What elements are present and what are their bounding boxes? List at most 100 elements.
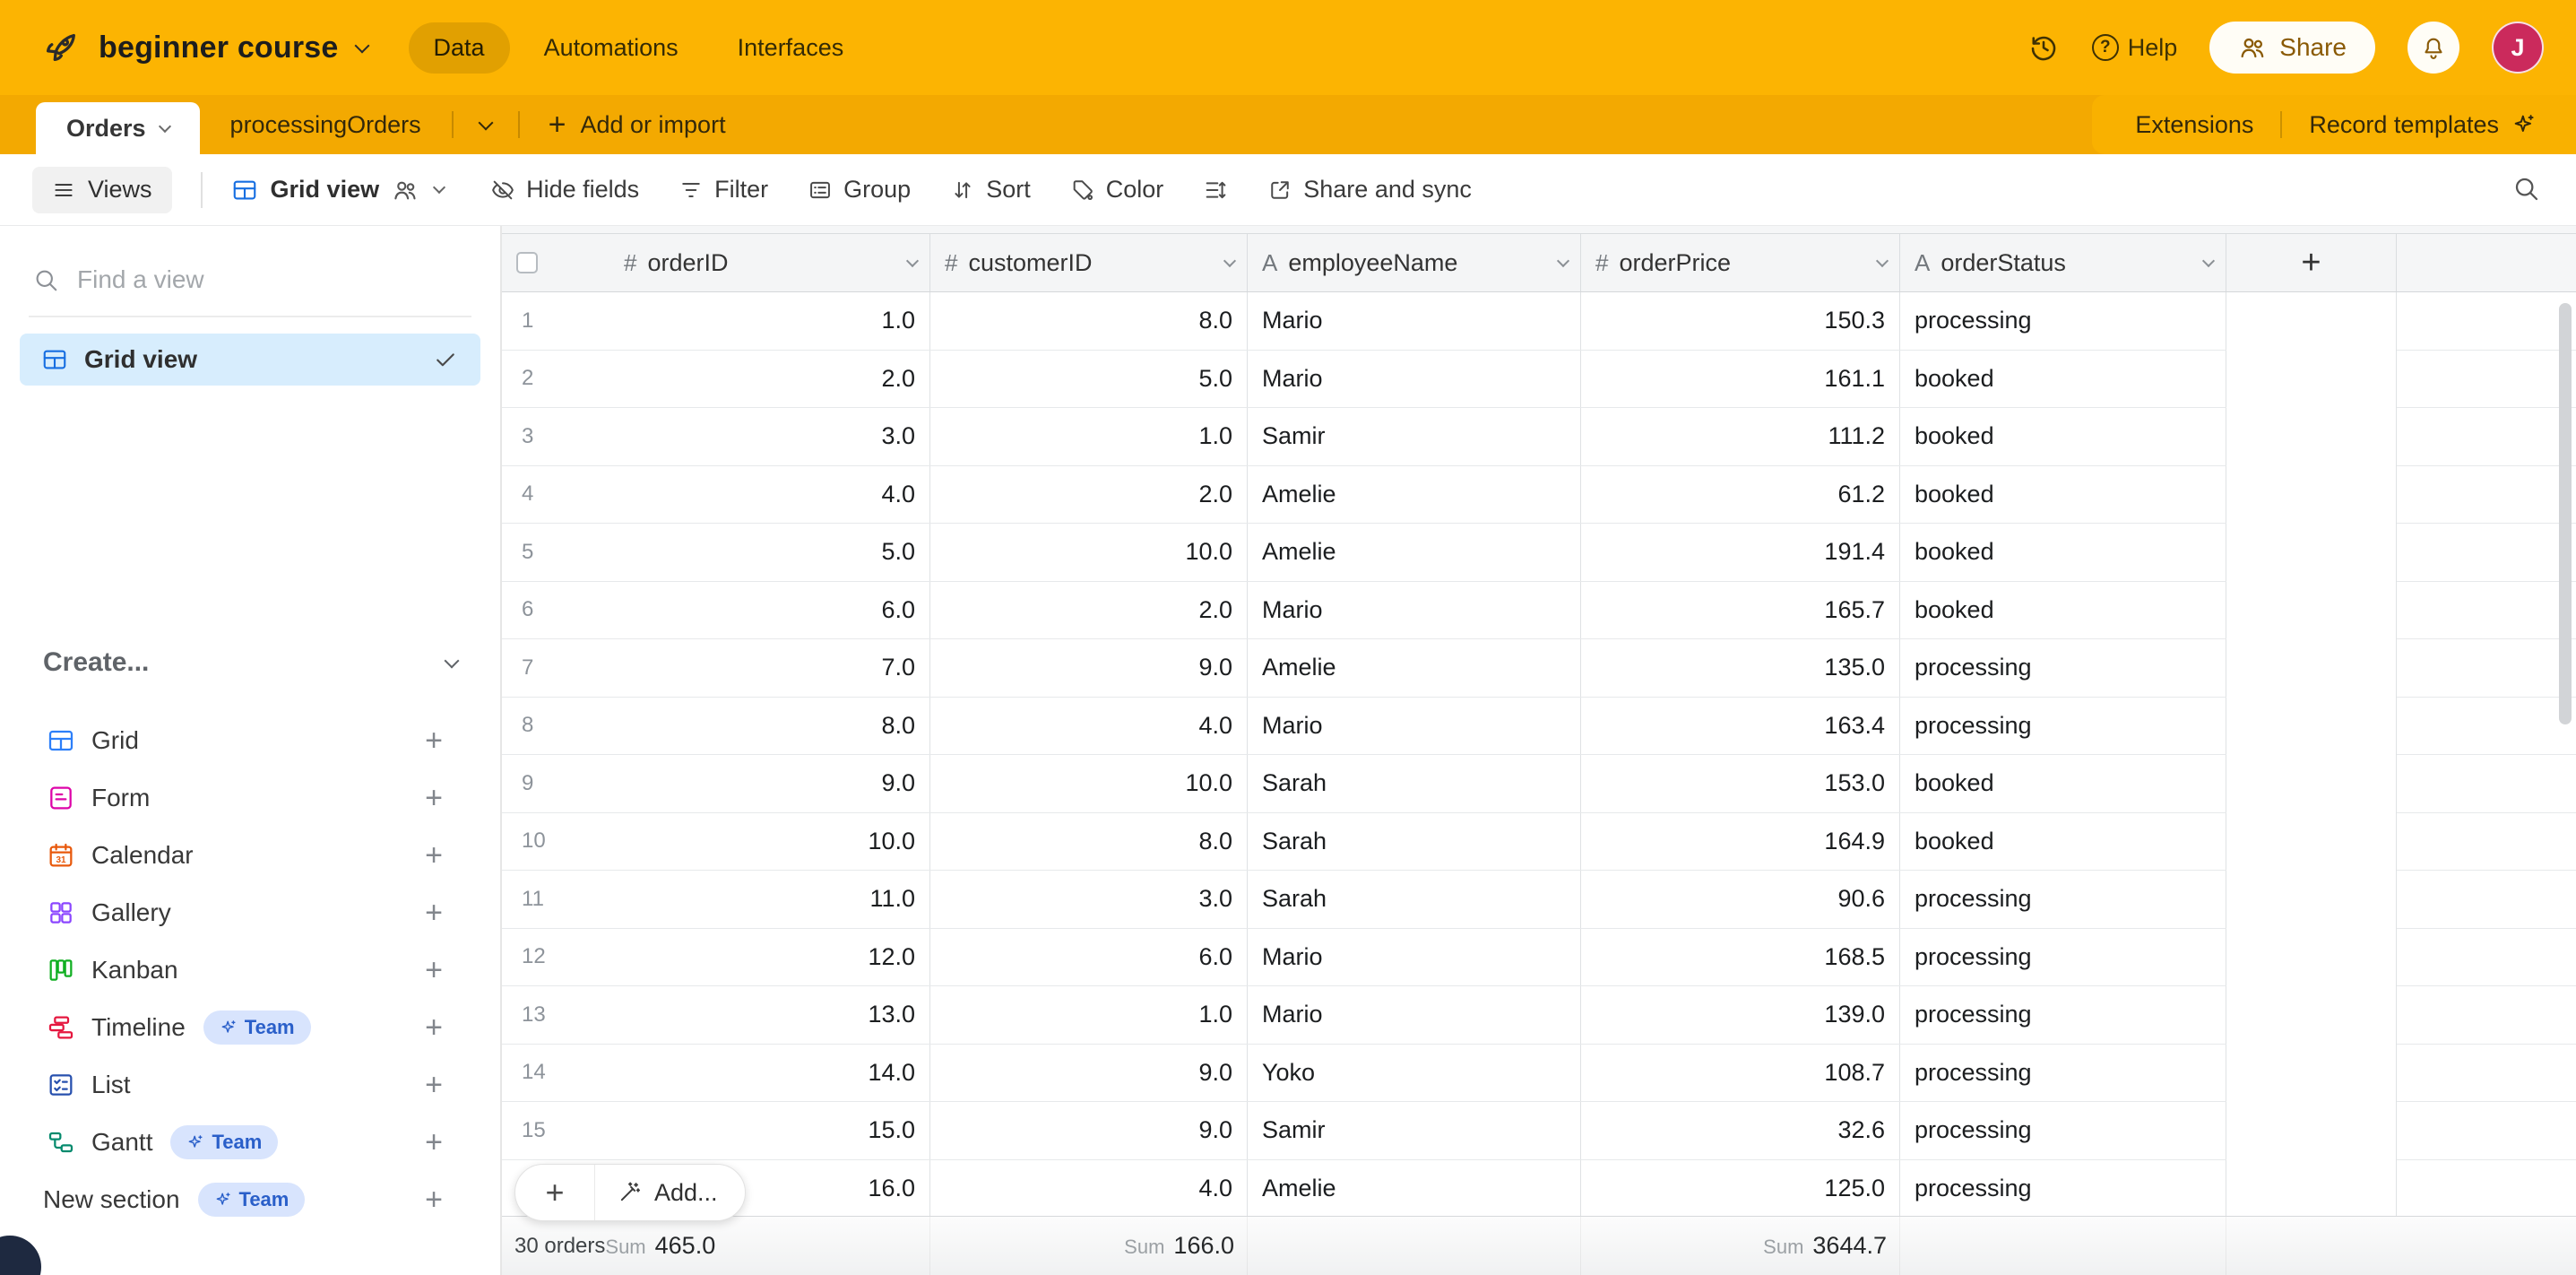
notifications-button[interactable] xyxy=(2407,22,2459,74)
cell-orderid[interactable]: 88.0 xyxy=(502,698,930,755)
cell-customerid[interactable]: 2.0 xyxy=(930,582,1248,639)
column-header-employeename[interactable]: AemployeeName xyxy=(1248,234,1581,291)
create-view-grid[interactable]: Grid xyxy=(0,712,500,769)
cell-employeename[interactable]: Amelie xyxy=(1248,1160,1581,1218)
cell-orderprice[interactable]: 164.9 xyxy=(1581,813,1900,871)
cell-employeename[interactable]: Samir xyxy=(1248,1102,1581,1159)
cell-orderid[interactable]: 1313.0 xyxy=(502,986,930,1044)
add-view-plus-icon[interactable] xyxy=(425,1184,443,1215)
cell-orderid[interactable]: 1414.0 xyxy=(502,1045,930,1102)
create-view-form[interactable]: Form xyxy=(0,769,500,827)
cell-orderprice[interactable]: 135.0 xyxy=(1581,639,1900,697)
cell-orderstatus[interactable]: processing xyxy=(1900,1160,2226,1218)
cell-orderprice[interactable]: 150.3 xyxy=(1581,292,1900,350)
toolbar-group-button[interactable]: Group xyxy=(788,165,930,214)
sidebar-view-grid-view[interactable]: Grid view xyxy=(20,334,480,386)
cell-employeename[interactable]: Amelie xyxy=(1248,524,1581,581)
cell-orderstatus[interactable]: booked xyxy=(1900,755,2226,812)
create-view-kanban[interactable]: Kanban xyxy=(0,941,500,999)
table-tab-processingorders[interactable]: processingOrders xyxy=(200,95,452,154)
toolbar-sort-button[interactable]: Sort xyxy=(930,165,1050,214)
cell-employeename[interactable]: Amelie xyxy=(1248,466,1581,524)
toolbar-hide-fields-button[interactable]: Hide fields xyxy=(471,165,659,214)
add-with-ai-button[interactable]: Add... xyxy=(595,1165,745,1220)
history-button[interactable] xyxy=(2027,31,2060,64)
table-list-chevron[interactable] xyxy=(454,122,518,128)
add-view-plus-icon[interactable] xyxy=(425,840,443,871)
cell-orderid[interactable]: 77.0 xyxy=(502,639,930,697)
cell-orderid[interactable]: 33.0 xyxy=(502,408,930,465)
create-view-gantt[interactable]: GanttTeam xyxy=(0,1114,500,1171)
cell-orderprice[interactable]: 90.6 xyxy=(1581,871,1900,928)
cell-orderstatus[interactable]: booked xyxy=(1900,582,2226,639)
column-menu-chevron-icon[interactable] xyxy=(1557,254,1569,266)
cell-employeename[interactable]: Sarah xyxy=(1248,813,1581,871)
top-nav-interfaces[interactable]: Interfaces xyxy=(713,22,869,74)
cell-orderprice[interactable]: 191.4 xyxy=(1581,524,1900,581)
column-menu-chevron-icon[interactable] xyxy=(1223,254,1236,266)
vertical-scrollbar-thumb[interactable] xyxy=(2559,303,2572,724)
cell-employeename[interactable]: Mario xyxy=(1248,986,1581,1044)
table-tab-orders[interactable]: Orders xyxy=(36,102,200,154)
add-view-plus-icon[interactable] xyxy=(425,1127,443,1158)
add-view-plus-icon[interactable] xyxy=(425,955,443,985)
help-widget-bubble[interactable] xyxy=(0,1236,41,1275)
cell-orderid[interactable]: 1515.0 xyxy=(502,1102,930,1159)
add-record-button[interactable] xyxy=(515,1165,594,1220)
cell-customerid[interactable]: 8.0 xyxy=(930,813,1248,871)
add-view-plus-icon[interactable] xyxy=(425,898,443,928)
cell-orderstatus[interactable]: processing xyxy=(1900,1102,2226,1159)
tab-chevron-icon[interactable] xyxy=(158,119,170,132)
cell-customerid[interactable]: 4.0 xyxy=(930,1160,1248,1218)
add-view-plus-icon[interactable] xyxy=(425,783,443,813)
column-header-customerid[interactable]: #customerID xyxy=(930,234,1248,291)
select-all-checkbox[interactable] xyxy=(516,252,538,273)
add-view-plus-icon[interactable] xyxy=(425,1012,443,1043)
cell-orderstatus[interactable]: processing xyxy=(1900,871,2226,928)
cell-orderprice[interactable]: 125.0 xyxy=(1581,1160,1900,1218)
add-view-plus-icon[interactable] xyxy=(425,725,443,756)
cell-employeename[interactable]: Mario xyxy=(1248,582,1581,639)
cell-orderprice[interactable]: 32.6 xyxy=(1581,1102,1900,1159)
cell-employeename[interactable]: Yoko xyxy=(1248,1045,1581,1102)
cell-orderstatus[interactable]: booked xyxy=(1900,351,2226,408)
extensions-button[interactable]: Extensions xyxy=(2135,111,2253,139)
cell-orderid[interactable]: 55.0 xyxy=(502,524,930,581)
toolbar-color-button[interactable]: Color xyxy=(1050,165,1184,214)
cell-orderid[interactable]: 44.0 xyxy=(502,466,930,524)
user-avatar[interactable]: J xyxy=(2492,22,2544,74)
column-menu-chevron-icon[interactable] xyxy=(906,254,919,266)
views-button[interactable]: Views xyxy=(32,167,172,213)
cell-orderid[interactable]: 1111.0 xyxy=(502,871,930,928)
top-nav-data[interactable]: Data xyxy=(409,22,510,74)
cell-orderstatus[interactable]: booked xyxy=(1900,408,2226,465)
help-button[interactable]: Help xyxy=(2092,34,2178,62)
cell-customerid[interactable]: 9.0 xyxy=(930,1102,1248,1159)
add-view-plus-icon[interactable] xyxy=(425,1070,443,1100)
grid-view-button[interactable]: Grid view xyxy=(231,176,445,204)
create-view-timeline[interactable]: TimelineTeam xyxy=(0,999,500,1056)
cell-orderstatus[interactable]: processing xyxy=(1900,1045,2226,1102)
sum-orderprice[interactable]: Sum 3644.7 xyxy=(1763,1232,1887,1260)
cell-customerid[interactable]: 6.0 xyxy=(930,929,1248,986)
cell-orderprice[interactable]: 108.7 xyxy=(1581,1045,1900,1102)
toolbar-row-height-button[interactable] xyxy=(1183,167,1248,213)
cell-customerid[interactable]: 3.0 xyxy=(930,871,1248,928)
column-header-orderid[interactable]: #orderID xyxy=(502,234,930,291)
top-nav-automations[interactable]: Automations xyxy=(519,22,704,74)
add-or-import-button[interactable]: Add or import xyxy=(520,109,755,141)
cell-customerid[interactable]: 9.0 xyxy=(930,1045,1248,1102)
cell-orderid[interactable]: 11.0 xyxy=(502,292,930,350)
cell-orderstatus[interactable]: processing xyxy=(1900,986,2226,1044)
cell-orderprice[interactable]: 111.2 xyxy=(1581,408,1900,465)
cell-orderid[interactable]: 1010.0 xyxy=(502,813,930,871)
summary-orderstatus-cell[interactable] xyxy=(1900,1217,2226,1275)
sum-orderid[interactable]: Sum 465.0 xyxy=(605,1232,715,1260)
cell-orderstatus[interactable]: processing xyxy=(1900,292,2226,350)
cell-orderprice[interactable]: 165.7 xyxy=(1581,582,1900,639)
cell-orderprice[interactable]: 168.5 xyxy=(1581,929,1900,986)
record-templates-button[interactable]: Record templates xyxy=(2309,111,2537,139)
cell-customerid[interactable]: 4.0 xyxy=(930,698,1248,755)
cell-customerid[interactable]: 5.0 xyxy=(930,351,1248,408)
base-brand[interactable]: beginner course xyxy=(39,27,367,68)
